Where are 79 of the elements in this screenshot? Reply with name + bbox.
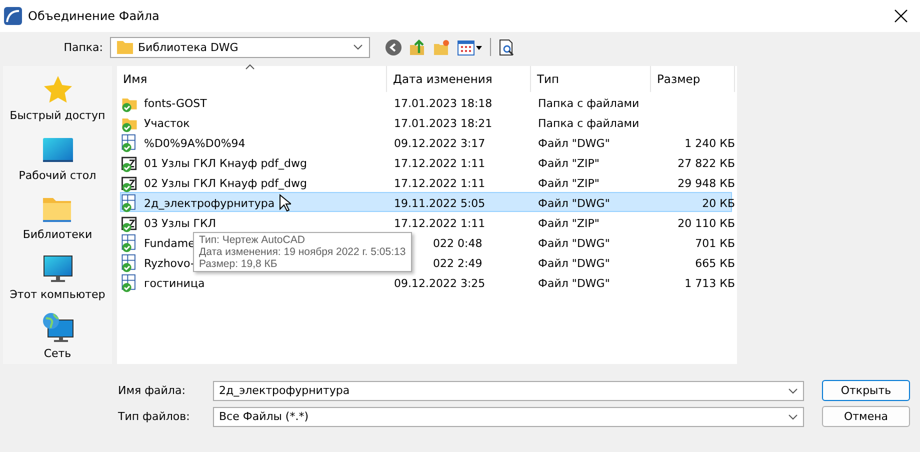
file-name: 01 Узлы ГКЛ Кнауф pdf_dwg — [143, 156, 307, 170]
column-header[interactable]: Дата изменения — [387, 66, 531, 92]
sort-icon — [245, 64, 255, 70]
table-cell-text: Файл "ZIP" — [537, 216, 600, 230]
table-cell-text: Папка с файлами — [537, 96, 640, 110]
place-item[interactable]: Сеть — [42, 312, 74, 364]
file-name: 03 Узлы ГКЛ — [143, 216, 216, 230]
table-cell-text: 19.11.2022 5:05 — [393, 196, 486, 210]
window-title: Объединение Файла — [28, 9, 160, 23]
file-name: Участок — [143, 116, 190, 130]
drawing-file-icon — [121, 253, 138, 273]
place-item[interactable]: Библиотеки — [22, 193, 92, 245]
table-cell-text: 022 2:49 — [432, 256, 484, 270]
tooltip-line: Размер: 19,8 КБ — [199, 258, 278, 270]
folder-icon — [117, 40, 133, 54]
field-label: Тип файлов: — [118, 410, 191, 423]
selected-row[interactable]: 2д_электрофурнитура 19.11.2022 5:05 Файл "DWG" 20 КБ — [120, 192, 732, 212]
file-name: 2д_электрофурнитура — [143, 196, 275, 210]
table-cell-text: 17.01.2023 18:21 — [393, 116, 494, 130]
table-cell-text: 701 КБ — [694, 236, 736, 250]
chevron-down-icon — [788, 388, 798, 394]
drawing-file-icon — [121, 133, 138, 153]
column-header[interactable]: Размер — [651, 66, 735, 92]
drawing-file-icon — [121, 273, 138, 293]
file-name: fonts-GOST — [143, 96, 207, 110]
file-name: Fundame — [143, 236, 195, 250]
place-item[interactable]: Этот компьютер — [10, 252, 106, 304]
place-item[interactable]: Рабочий стол — [18, 134, 96, 186]
tooltip-line: Дата изменения: 19 ноября 2022 г. 5:05:13 — [199, 246, 406, 258]
table-cell-text: 665 КБ — [694, 256, 736, 270]
view-menu-icon[interactable] — [457, 38, 483, 56]
file-name: 02 Узлы ГКЛ Кнауф pdf_dwg — [143, 176, 307, 190]
close-icon[interactable] — [894, 9, 908, 23]
mouse-cursor-icon — [279, 194, 291, 212]
place-item[interactable]: Быстрый доступ — [10, 74, 106, 126]
column-header[interactable]: Тип — [531, 66, 651, 92]
file-name: гостиница — [143, 276, 205, 290]
drawing-file-icon — [121, 193, 138, 213]
cancel-button[interactable]: Отмена — [822, 406, 910, 427]
drawing-file-icon — [121, 233, 138, 253]
folder-label: Папка: — [64, 40, 103, 54]
field-label: Имя файла: — [118, 384, 186, 397]
folder-up-icon[interactable] — [409, 38, 426, 56]
table-cell-text: 17.12.2022 1:11 — [393, 156, 486, 170]
table-cell-text: 1 240 КБ — [684, 136, 736, 150]
table-cell-text: Файл "DWG" — [537, 196, 611, 210]
table-cell-text: 27 822 КБ — [676, 156, 736, 170]
network-icon — [42, 312, 74, 344]
file-name: Ryzhovo- — [143, 256, 194, 270]
table-cell-text: Файл "DWG" — [537, 136, 611, 150]
table-cell-text: 20 110 КБ — [676, 216, 736, 230]
back-icon[interactable] — [385, 38, 402, 56]
table-cell-text: 29 948 КБ — [676, 176, 736, 190]
table-cell-text: Файл "ZIP" — [537, 176, 600, 190]
tooltip-line: Тип: Чертеж AutoCAD — [199, 234, 306, 246]
monitor-icon — [42, 252, 74, 285]
table-cell-text: 17.12.2022 1:11 — [393, 176, 486, 190]
chevron-down-icon — [788, 414, 798, 420]
table-cell-text: Файл "DWG" — [537, 236, 611, 250]
table-cell-text: 1 713 КБ — [684, 276, 736, 290]
column-header[interactable]: Имя — [117, 66, 387, 92]
table-cell-text: 09.12.2022 3:25 — [393, 276, 486, 290]
preview-icon[interactable] — [498, 38, 515, 56]
app-logo-icon — [4, 7, 22, 25]
table-cell-text: 022 0:48 — [432, 236, 484, 250]
table-cell-text: 09.12.2022 3:17 — [393, 136, 486, 150]
table-cell-text: Файл "ZIP" — [537, 156, 600, 170]
table-cell-text: Файл "DWG" — [537, 256, 611, 270]
new-folder-icon[interactable] — [433, 38, 450, 56]
table-cell-text: Файл "DWG" — [537, 276, 611, 290]
open-button[interactable]: Открыть — [822, 380, 910, 401]
table-cell-text: 17.12.2022 1:11 — [393, 216, 486, 230]
folder-dropdown[interactable]: Библиотека DWG — [110, 36, 370, 58]
file-name: %D0%9A%D0%94 — [143, 136, 246, 150]
table-cell-text: Папка с файлами — [537, 116, 640, 130]
file-name-field[interactable]: 2д_электрофурнитура — [213, 380, 804, 400]
chevron-down-icon — [353, 44, 363, 50]
table-cell-text: 17.01.2023 18:18 — [393, 96, 494, 110]
file-type-dropdown[interactable]: Все Файлы (*.*) — [213, 406, 804, 426]
